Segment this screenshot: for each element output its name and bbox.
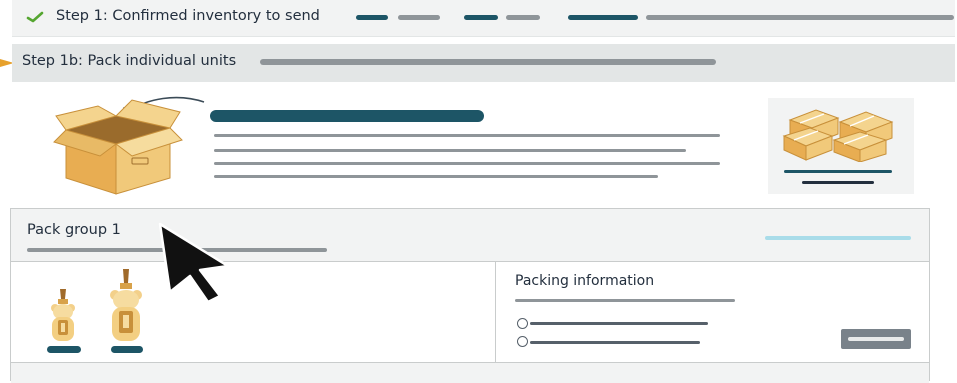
step-1-row[interactable]: Step 1: Confirmed inventory to send [12, 0, 955, 37]
placeholder-bar [260, 59, 716, 65]
text-placeholder-line [214, 175, 658, 178]
link-placeholder-bar[interactable] [765, 236, 911, 240]
packing-option-radio[interactable] [517, 336, 528, 347]
text-placeholder-line [214, 162, 720, 165]
button-label-placeholder [848, 337, 904, 341]
pack-group-card: Pack group 1 Packing information [10, 208, 930, 383]
product-label-bar [111, 346, 143, 353]
placeholder-bar [398, 15, 440, 20]
placeholder-bar [464, 15, 498, 20]
placeholder-bar [802, 181, 874, 184]
packing-information-label: Packing information [515, 273, 655, 289]
large-honey-bear-bottle-icon [110, 269, 142, 341]
stacked-boxes-illustration [782, 109, 894, 162]
title-placeholder-bar [210, 110, 484, 122]
placeholder-bar [646, 15, 954, 20]
placeholder-bar [784, 170, 892, 173]
column-divider [495, 262, 496, 362]
confirm-button[interactable] [841, 329, 911, 349]
placeholder-bar [356, 15, 388, 20]
step-1b-row[interactable]: Step 1b: Pack individual units [12, 44, 955, 82]
pack-group-title: Pack group 1 [27, 222, 121, 238]
step-1b-label: Step 1b: Pack individual units [22, 53, 237, 69]
text-placeholder-line [214, 134, 720, 137]
placeholder-bar [515, 299, 735, 302]
check-icon [26, 11, 44, 23]
pack-group-header[interactable]: Pack group 1 [11, 209, 929, 262]
placeholder-line [530, 341, 700, 344]
product-label-bar [47, 346, 81, 353]
pack-group-footer [11, 362, 929, 383]
text-placeholder-line [214, 149, 686, 152]
placeholder-bar [568, 15, 638, 20]
open-box-illustration [53, 96, 205, 195]
packing-option-radio[interactable] [517, 318, 528, 329]
boxes-preview-panel[interactable] [768, 98, 914, 194]
step-1-label: Step 1: Confirmed inventory to send [56, 8, 320, 24]
small-honey-bear-bottle-icon [51, 289, 75, 341]
placeholder-bar [506, 15, 540, 20]
placeholder-line [530, 322, 708, 325]
mouse-cursor-icon [158, 222, 230, 304]
